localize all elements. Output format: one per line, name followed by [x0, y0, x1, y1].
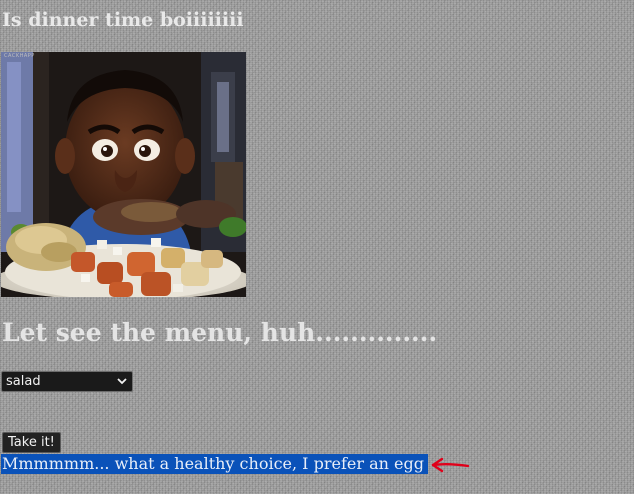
result-message: Mmmmmm... what a healthy choice, I prefe… [1, 454, 428, 474]
dinner-gif-illustration [1, 52, 246, 297]
page-heading: Is dinner time boiiiiiiii [2, 9, 244, 31]
dinner-gif: CACKHAPP [1, 52, 246, 297]
menu-heading: Let see the menu, huh.............. [2, 318, 438, 347]
menu-select-value: salad [6, 374, 41, 389]
menu-select[interactable]: salad [1, 371, 133, 392]
chevron-down-icon [117, 378, 127, 385]
take-it-button[interactable]: Take it! [2, 432, 61, 453]
red-arrow-icon [431, 457, 470, 473]
gif-watermark: CACKHAPP [4, 53, 35, 59]
